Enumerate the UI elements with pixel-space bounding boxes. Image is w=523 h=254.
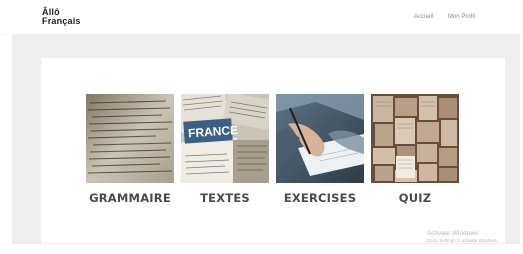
watermark-subtitle: Go to Settings to activate Windows.: [427, 238, 499, 243]
tile-textes[interactable]: FRANCE TEXTES: [181, 94, 269, 205]
textes-label[interactable]: TEXTES: [173, 191, 277, 205]
page: Âllô Français Accueil Mon Profil GRAMMAI…: [0, 0, 523, 254]
tile-grammaire[interactable]: GRAMMAIRE: [86, 94, 174, 205]
nav-accueil-link[interactable]: Accueil: [414, 14, 433, 20]
exercises-label[interactable]: EXERCISES: [268, 191, 372, 205]
top-header: Âllô Français Accueil Mon Profil: [0, 0, 523, 34]
main-nav: Accueil Mon Profil: [401, 14, 475, 20]
exercises-thumbnail[interactable]: [276, 94, 364, 183]
site-logo[interactable]: Âllô Français: [42, 8, 81, 26]
logo-line-2: Français: [42, 16, 81, 26]
quiz-thumbnail[interactable]: [371, 94, 459, 183]
activate-windows-watermark: Activate Windows Go to Settings to activ…: [427, 230, 498, 243]
grammaire-thumbnail[interactable]: [86, 94, 174, 183]
tile-exercises[interactable]: EXERCISES: [276, 94, 364, 205]
grammaire-label[interactable]: GRAMMAIRE: [78, 191, 182, 205]
nav-mon-profil-link[interactable]: Mon Profil: [448, 14, 475, 20]
quiz-label[interactable]: QUIZ: [363, 191, 467, 205]
watermark-title: Activate Windows: [427, 230, 479, 237]
textes-thumbnail[interactable]: FRANCE: [181, 94, 269, 183]
tile-quiz[interactable]: QUIZ: [371, 94, 459, 205]
